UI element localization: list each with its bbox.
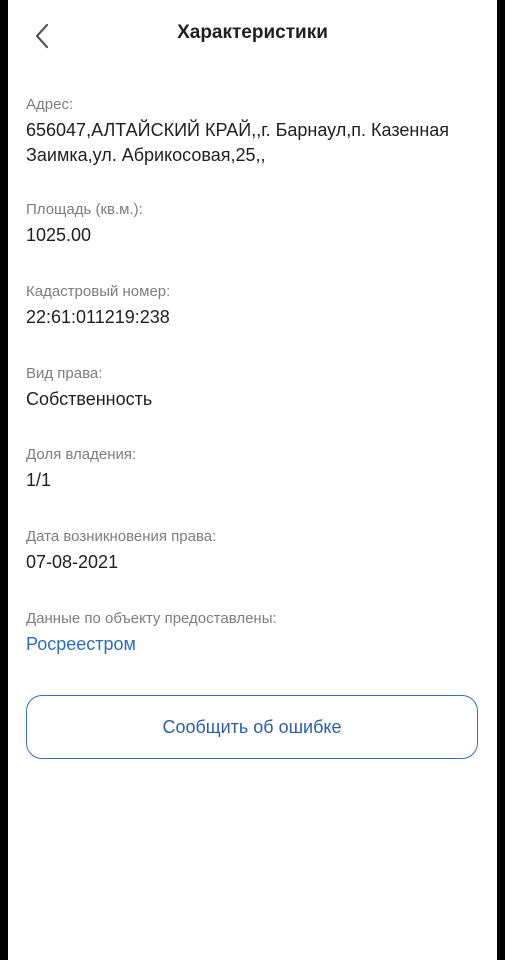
share-label: Доля владения:: [26, 446, 137, 463]
screen: Характеристики Адрес: 656047,АЛТАЙСКИЙ К…: [8, 0, 497, 960]
cadastral-label: Кадастровый номер:: [26, 283, 171, 300]
field-right-type: Вид права: Собственность: [26, 364, 481, 412]
provider-link[interactable]: Росреестром: [26, 632, 481, 657]
cadastral-value: 22:61:011219:238: [26, 307, 170, 327]
share-value: 1/1: [26, 470, 52, 490]
provider-label: Данные по объекту предоставлены:: [26, 610, 277, 627]
field-share: Доля владения: 1/1: [26, 445, 481, 493]
right-date-value: 07-08-2021: [26, 552, 119, 572]
field-right-date: Дата возникновения права: 07-08-2021: [26, 527, 481, 575]
field-cadastral: Кадастровый номер: 22:61:011219:238: [26, 282, 481, 330]
address-value: 656047,АЛТАЙСКИЙ КРАЙ,,г. Барнаул,п. Каз…: [26, 120, 450, 165]
page-title: Характеристики: [177, 22, 328, 43]
field-address: Адрес: 656047,АЛТАЙСКИЙ КРАЙ,,г. Барнаул…: [26, 95, 481, 168]
header: Характеристики: [8, 0, 497, 72]
area-label: Площадь (кв.м.):: [26, 201, 143, 218]
right-type-value: Собственность: [26, 389, 153, 409]
address-label: Адрес:: [26, 96, 74, 113]
right-date-label: Дата возникновения права:: [26, 528, 217, 545]
right-type-label: Вид права:: [26, 365, 103, 382]
field-area: Площадь (кв.м.): 1025.00: [26, 200, 481, 248]
report-error-button[interactable]: Сообщить об ошибке: [26, 695, 478, 759]
field-provider: Данные по объекту предоставлены: Росреес…: [26, 609, 481, 657]
area-value: 1025.00: [26, 225, 92, 245]
